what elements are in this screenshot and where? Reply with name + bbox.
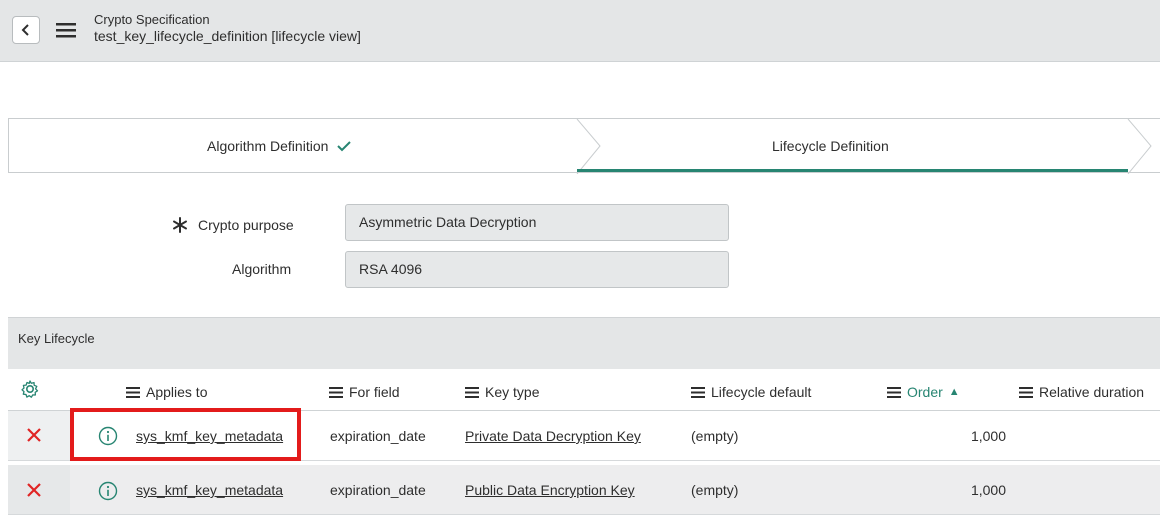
list-bars-icon [887, 386, 901, 398]
info-icon[interactable] [98, 481, 118, 501]
crypto-purpose-label: Crypto purpose [170, 215, 294, 235]
order-cell: 1,000 [970, 428, 1006, 444]
order-cell: 1,000 [970, 482, 1006, 498]
table-row: sys_kmf_key_metadata expiration_date Pub… [8, 465, 1160, 515]
step-lifecycle-definition[interactable]: Lifecycle Definition [772, 138, 889, 154]
lifecycle-default-cell: (empty) [691, 482, 739, 498]
lifecycle-default-cell: (empty) [691, 428, 739, 444]
applies-to-link[interactable]: sys_kmf_key_metadata [136, 482, 283, 498]
key-type-link[interactable]: Private Data Decryption Key [465, 428, 641, 444]
delete-x-icon[interactable] [26, 482, 42, 498]
column-relative-duration[interactable]: Relative duration [1019, 384, 1144, 400]
back-button[interactable] [12, 16, 40, 44]
list-bars-icon [465, 386, 479, 398]
column-key-type[interactable]: Key type [465, 384, 539, 400]
record-title: test_key_lifecycle_definition [lifecycle… [94, 28, 361, 44]
delete-x-icon[interactable] [26, 427, 42, 443]
algorithm-field[interactable]: RSA 4096 [345, 251, 729, 288]
gear-icon[interactable] [20, 379, 40, 399]
asterisk-icon [173, 217, 187, 233]
back-arrow-icon [21, 24, 29, 36]
column-lifecycle-default[interactable]: Lifecycle default [691, 384, 811, 400]
highlight-box [70, 408, 301, 461]
active-step-indicator [577, 169, 1128, 172]
related-list-title: Key Lifecycle [18, 331, 95, 346]
process-flow [8, 118, 1160, 174]
hamburger-menu-icon[interactable] [54, 20, 80, 40]
crypto-purpose-field[interactable]: Asymmetric Data Decryption [345, 204, 729, 241]
column-applies-to[interactable]: Applies to [126, 384, 207, 400]
record-type-label: Crypto Specification [94, 12, 210, 27]
process-flow-chevrons [576, 119, 1152, 174]
related-list-header [8, 317, 1160, 370]
list-bars-icon [329, 386, 343, 398]
column-order[interactable]: Order ▲ [887, 384, 960, 400]
sort-ascending-icon: ▲ [948, 386, 960, 398]
key-type-link[interactable]: Public Data Encryption Key [465, 482, 635, 498]
list-bars-icon [691, 386, 705, 398]
list-bars-icon [1019, 386, 1033, 398]
algorithm-label: Algorithm [232, 261, 292, 277]
checkmark-icon [337, 141, 352, 152]
column-for-field[interactable]: For field [329, 384, 400, 400]
step-label: Algorithm Definition [207, 138, 329, 154]
step-algorithm-definition[interactable]: Algorithm Definition [207, 138, 352, 154]
list-bars-icon [126, 386, 140, 398]
for-field-cell: expiration_date [330, 428, 426, 444]
for-field-cell: expiration_date [330, 482, 426, 498]
